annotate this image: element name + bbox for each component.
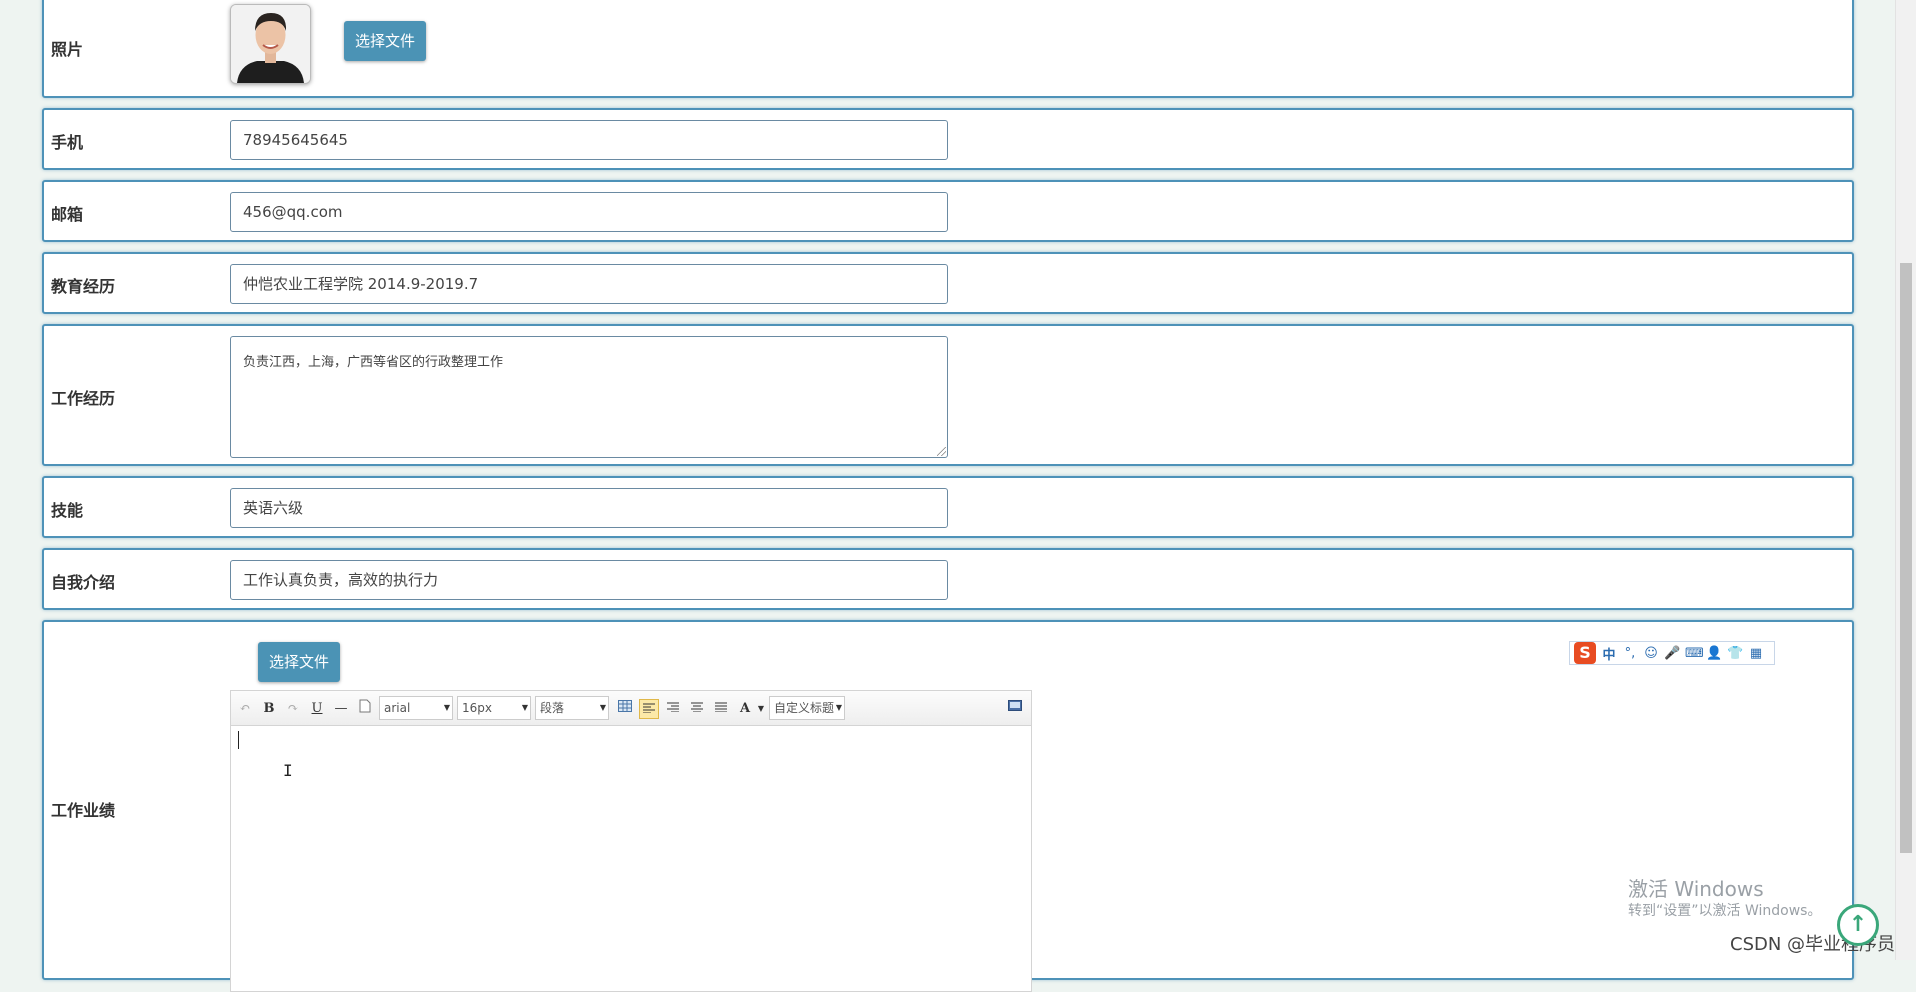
font-family-value: arial — [384, 701, 411, 715]
editor-content[interactable] — [231, 726, 1031, 991]
back-to-top-icon[interactable]: ↑ — [1837, 904, 1879, 946]
skills-row: 技能 英语六级 — [42, 476, 1854, 538]
editor-toolbar: ↶ B ↷ U — arial ▼ 16px ▼ 段落 ▼ A ▼ 自定义标题 … — [231, 691, 1031, 726]
bold-icon[interactable]: B — [259, 699, 279, 719]
education-label: 教育经历 — [51, 277, 116, 296]
font-size-value: 16px — [462, 701, 492, 715]
font-size-select[interactable]: 16px ▼ — [457, 696, 531, 720]
work-experience-text: 负责江西，上海，广西等省区的行政整理工作 — [243, 355, 504, 370]
text-color-arrow-icon[interactable]: ▼ — [751, 699, 771, 719]
windows-activation-title: 激活 Windows — [1628, 877, 1764, 901]
custom-title-select[interactable]: 自定义标题 ▼ — [769, 696, 845, 720]
ime-punctuation-icon[interactable]: °, — [1622, 646, 1638, 661]
dropdown-arrow-icon: ▼ — [599, 703, 606, 712]
paragraph-select[interactable]: 段落 ▼ — [535, 696, 609, 720]
skills-input[interactable]: 英语六级 — [230, 488, 948, 528]
text-caret — [238, 731, 239, 749]
align-left-icon[interactable] — [639, 699, 659, 719]
fullscreen-icon[interactable] — [1005, 699, 1025, 719]
underline-icon[interactable]: U — [307, 699, 327, 719]
align-center-icon[interactable] — [687, 699, 707, 719]
toolbox-icon[interactable]: ▦ — [1748, 646, 1764, 661]
phone-input[interactable]: 78945645645 — [230, 120, 948, 160]
skin-icon[interactable]: 👕 — [1727, 646, 1743, 661]
achievements-row: 工作业绩 选择文件 ↶ B ↷ U — arial ▼ 16px ▼ 段落 ▼ … — [42, 620, 1854, 992]
ime-mode-chinese[interactable]: 中 — [1601, 644, 1617, 663]
redo-icon[interactable]: ↷ — [283, 699, 303, 719]
microphone-icon[interactable]: 🎤 — [1664, 646, 1680, 661]
phone-row: 手机 78945645645 — [42, 108, 1854, 170]
email-input[interactable]: 456@qq.com — [230, 192, 948, 232]
phone-label: 手机 — [51, 133, 84, 152]
scrollbar-thumb[interactable] — [1900, 263, 1912, 853]
page-scrollbar[interactable] — [1895, 0, 1916, 960]
work-experience-row: 工作经历 负责江西，上海，广西等省区的行政整理工作 — [42, 324, 1854, 466]
dropdown-arrow-icon: ▼ — [521, 703, 528, 712]
education-input[interactable]: 仲恺农业工程学院 2014.9-2019.7 — [230, 264, 948, 304]
custom-title-value: 自定义标题 — [774, 701, 835, 715]
dropdown-arrow-icon: ▼ — [443, 703, 450, 712]
sogou-logo-icon[interactable]: S — [1574, 642, 1596, 664]
font-family-select[interactable]: arial ▼ — [379, 696, 453, 720]
align-right-icon[interactable] — [663, 699, 683, 719]
rich-text-editor: ↶ B ↷ U — arial ▼ 16px ▼ 段落 ▼ A ▼ 自定义标题 … — [230, 690, 1032, 992]
education-row: 教育经历 仲恺农业工程学院 2014.9-2019.7 — [42, 252, 1854, 314]
keyboard-icon[interactable]: ⌨ — [1685, 646, 1704, 661]
ime-toolbar[interactable]: S 中 °, ☺ 🎤 ⌨ 👤 👕 ▦ — [1569, 641, 1775, 665]
email-label: 邮箱 — [51, 205, 84, 224]
email-row: 邮箱 456@qq.com — [42, 180, 1854, 242]
photo-label: 照片 — [51, 40, 84, 59]
self-intro-input[interactable]: 工作认真负责，高效的执行力 — [230, 560, 948, 600]
self-intro-label: 自我介绍 — [51, 573, 116, 592]
achievements-label: 工作业绩 — [51, 801, 116, 820]
achievements-choose-file-button[interactable]: 选择文件 — [258, 642, 341, 682]
ibeam-cursor-icon: I — [283, 761, 293, 780]
photo-row: 照片 选择文件 — [42, 0, 1854, 98]
skills-label: 技能 — [51, 501, 84, 520]
dropdown-arrow-icon: ▼ — [835, 703, 842, 712]
work-experience-textarea[interactable]: 负责江西，上海，广西等省区的行政整理工作 — [230, 336, 948, 458]
windows-activation-subtitle: 转到“设置”以激活 Windows。 — [1628, 903, 1822, 919]
table-icon[interactable] — [615, 699, 635, 719]
self-intro-row: 自我介绍 工作认真负责，高效的执行力 — [42, 548, 1854, 610]
work-experience-label: 工作经历 — [51, 389, 116, 408]
page: 照片 选择文件 手机 78945645645 邮箱 456@qq.com 教育经… — [0, 0, 1896, 992]
paragraph-value: 段落 — [540, 701, 565, 715]
user-icon[interactable]: 👤 — [1706, 646, 1722, 661]
undo-icon[interactable]: ↶ — [235, 699, 255, 719]
emoji-icon[interactable]: ☺ — [1643, 646, 1659, 661]
page-icon[interactable] — [355, 699, 375, 719]
align-justify-icon[interactable] — [711, 699, 731, 719]
horizontal-rule-icon[interactable]: — — [331, 699, 351, 719]
resize-grip-icon[interactable] — [937, 447, 946, 456]
avatar — [230, 4, 311, 84]
photo-choose-file-button[interactable]: 选择文件 — [344, 21, 427, 61]
